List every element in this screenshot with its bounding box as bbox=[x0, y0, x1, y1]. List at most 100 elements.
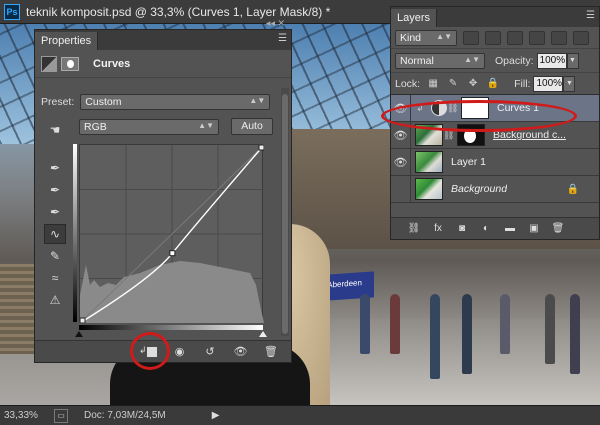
black-point-eyedropper-icon[interactable]: ✒ bbox=[44, 158, 66, 178]
preset-row: Preset: Custom ▲▼ bbox=[41, 94, 271, 110]
preset-value: Custom bbox=[85, 96, 122, 108]
smart-object-filter-icon[interactable] bbox=[551, 30, 567, 45]
blend-row: Normal ▲▼ Opacity: 100% ▼ bbox=[391, 49, 599, 73]
crowd-figure bbox=[545, 294, 555, 364]
layer-row-background[interactable]: 👁 Background 🔒 bbox=[391, 176, 599, 203]
reset-adjustment-icon[interactable]: ↺ bbox=[200, 344, 220, 360]
blend-mode-value: Normal bbox=[400, 54, 434, 67]
visibility-eye-icon[interactable]: 👁 bbox=[391, 149, 411, 175]
document-size-info: Doc: 7,03M/24,5M bbox=[84, 410, 166, 421]
clipping-warning-icon[interactable]: ⚠ bbox=[44, 290, 66, 310]
preset-label: Preset: bbox=[41, 96, 75, 108]
new-group-icon[interactable]: ▬ bbox=[501, 223, 519, 234]
dropdown-arrow-icon: ▲▼ bbox=[436, 31, 452, 41]
clip-button-highlight bbox=[130, 332, 170, 370]
export-status-icon[interactable]: ▭ bbox=[54, 408, 68, 423]
type-filter-icon[interactable] bbox=[507, 30, 523, 45]
crowd-figure bbox=[500, 294, 510, 354]
lock-row: Lock: ▦ ✎ ✥ 🔒 Fill: 100% ▼ bbox=[391, 73, 599, 95]
fill-slider-arrow-icon[interactable]: ▼ bbox=[563, 75, 576, 92]
delete-adjustment-icon[interactable]: 🗑 bbox=[261, 344, 281, 360]
opacity-input[interactable]: 100% bbox=[536, 52, 567, 69]
channel-dropdown[interactable]: RGB ▲▼ bbox=[79, 118, 219, 135]
kind-value: Kind bbox=[400, 31, 422, 44]
add-mask-icon[interactable]: ◙ bbox=[453, 223, 471, 234]
properties-panel: Properties ◂◂ ✕ ☰ Curves Preset: Custom … bbox=[34, 18, 292, 363]
view-previous-state-icon[interactable]: ◉ bbox=[169, 344, 189, 360]
status-bar: 33,33% ▭ Doc: 7,03M/24,5M ▶ bbox=[0, 405, 600, 425]
curves-adjustment-icon[interactable] bbox=[41, 55, 57, 72]
new-layer-icon[interactable]: ▣ bbox=[525, 223, 543, 234]
adjustment-name: Curves bbox=[93, 57, 131, 70]
layer-name[interactable]: Layer 1 bbox=[451, 156, 486, 168]
visibility-eye-icon[interactable]: 👁 bbox=[391, 176, 411, 202]
filter-toggle-icon[interactable] bbox=[573, 30, 589, 45]
curve-control-point[interactable] bbox=[79, 317, 86, 324]
lock-all-icon[interactable]: 🔒 bbox=[486, 78, 500, 90]
adjustment-type-row: Curves bbox=[35, 50, 291, 78]
auto-button[interactable]: Auto bbox=[231, 118, 273, 135]
crowd-figure bbox=[390, 294, 400, 354]
link-layers-icon[interactable]: ⛓ bbox=[405, 223, 423, 234]
toggle-visibility-icon[interactable]: 👁 bbox=[230, 344, 250, 360]
preset-dropdown[interactable]: Custom ▲▼ bbox=[80, 94, 271, 110]
smooth-curve-icon[interactable]: ≈ bbox=[44, 268, 66, 288]
layer-name[interactable]: Background bbox=[451, 183, 507, 195]
properties-scrollbar[interactable] bbox=[281, 88, 289, 336]
delete-layer-icon[interactable]: 🗑 bbox=[549, 223, 567, 234]
curve-control-point[interactable] bbox=[169, 250, 176, 257]
draw-curve-pencil-icon[interactable]: ✎ bbox=[44, 246, 66, 266]
new-adjustment-icon[interactable]: ◐ bbox=[477, 223, 495, 234]
tab-properties[interactable]: Properties bbox=[35, 32, 99, 50]
layer-thumbnail[interactable] bbox=[415, 151, 443, 173]
dropdown-arrow-icon: ▲▼ bbox=[198, 120, 214, 130]
kind-filter-dropdown[interactable]: Kind ▲▼ bbox=[395, 29, 457, 46]
lock-transparent-icon[interactable]: ▦ bbox=[426, 78, 440, 90]
status-menu-arrow-icon[interactable]: ▶ bbox=[212, 410, 220, 421]
crowd-figure bbox=[430, 294, 440, 379]
dropdown-arrow-icon: ▲▼ bbox=[249, 96, 266, 105]
collapse-panel-icon[interactable]: ◂◂ ✕ bbox=[266, 18, 285, 29]
curve-control-point[interactable] bbox=[258, 144, 265, 151]
layer-filter-row: Kind ▲▼ bbox=[391, 27, 599, 49]
zoom-level[interactable]: 33,33% bbox=[0, 410, 48, 421]
lock-image-icon[interactable]: ✎ bbox=[446, 78, 460, 90]
dropdown-arrow-icon: ▲▼ bbox=[464, 54, 480, 64]
fill-label: Fill: bbox=[514, 77, 531, 90]
target-adjust-hand-icon[interactable]: ☚ bbox=[44, 120, 66, 140]
layer-mask-icon[interactable] bbox=[61, 56, 79, 71]
panel-menu-icon[interactable]: ☰ bbox=[586, 10, 595, 21]
white-point-eyedropper-icon[interactable]: ✒ bbox=[44, 202, 66, 222]
curves-layer-highlight bbox=[381, 100, 577, 132]
photoshop-logo-icon: Ps bbox=[4, 3, 20, 20]
fill-input[interactable]: 100% bbox=[533, 75, 564, 92]
tab-layers[interactable]: Layers bbox=[391, 9, 438, 27]
crowd-figure bbox=[570, 294, 580, 374]
pixel-filter-icon[interactable] bbox=[463, 30, 479, 45]
opacity-label: Opacity: bbox=[495, 54, 534, 67]
properties-panel-header: Properties ◂◂ ✕ ☰ bbox=[35, 18, 291, 50]
layer-thumbnail[interactable] bbox=[415, 178, 443, 200]
panel-menu-icon[interactable]: ☰ bbox=[278, 33, 287, 44]
lock-position-icon[interactable]: ✥ bbox=[466, 78, 480, 90]
layer-row-layer1[interactable]: 👁 Layer 1 bbox=[391, 149, 599, 176]
document-tab-title[interactable]: teknik komposit.psd @ 33,3% (Curves 1, L… bbox=[26, 5, 330, 19]
shape-filter-icon[interactable] bbox=[529, 30, 545, 45]
channel-row: RGB ▲▼ Auto bbox=[79, 118, 273, 135]
crowd-figure bbox=[360, 294, 370, 354]
output-gradient-bar bbox=[73, 144, 77, 322]
gray-point-eyedropper-icon[interactable]: ✒ bbox=[44, 180, 66, 200]
layer-style-fx-icon[interactable]: fx bbox=[429, 223, 447, 234]
adjustment-filter-icon[interactable] bbox=[485, 30, 501, 45]
curves-graph[interactable] bbox=[79, 144, 265, 324]
white-point-slider[interactable] bbox=[259, 331, 267, 337]
black-point-slider[interactable] bbox=[75, 331, 83, 337]
blend-mode-dropdown[interactable]: Normal ▲▼ bbox=[395, 52, 485, 69]
channel-value: RGB bbox=[84, 120, 107, 133]
input-gradient-bar bbox=[79, 325, 263, 330]
opacity-slider-arrow-icon[interactable]: ▼ bbox=[566, 52, 579, 69]
scrollbar-thumb[interactable] bbox=[282, 94, 288, 334]
edit-points-curve-icon[interactable]: ∿ bbox=[44, 224, 66, 244]
histogram bbox=[80, 261, 264, 323]
layers-footer: ⛓ fx ◙ ◐ ▬ ▣ 🗑 bbox=[391, 217, 599, 239]
